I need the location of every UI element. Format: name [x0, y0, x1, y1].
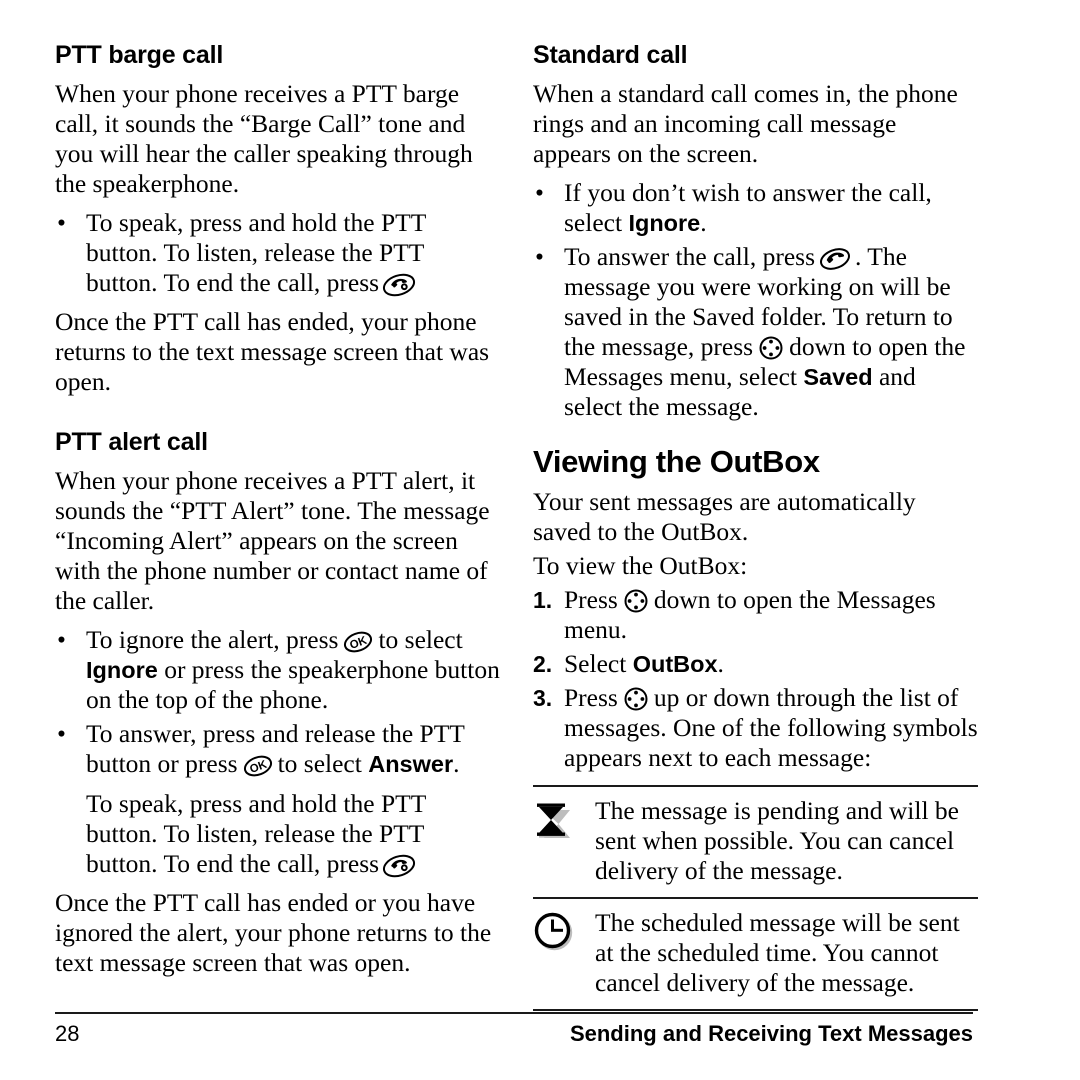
- ui-label-outbox: OutBox: [632, 651, 718, 677]
- list-item: • To answer, press and release the PTT b…: [55, 719, 500, 879]
- numbered-list-outbox: 1. Press down to open the Messages menu. …: [533, 585, 978, 773]
- bullet-text-part-c: .: [453, 749, 460, 778]
- step-text-part-a: Press: [564, 585, 618, 614]
- ui-label-answer: Answer: [368, 751, 454, 777]
- step-number: 2.: [533, 651, 553, 677]
- ok-key-icon: OK: [241, 754, 275, 778]
- heading-ptt-barge-call: PTT barge call: [55, 41, 224, 69]
- left-column: PTT barge call When your phone receives …: [55, 40, 500, 987]
- step-text-part-b: down to open the Messages menu.: [564, 585, 936, 644]
- manual-page: PTT barge call When your phone receives …: [0, 0, 1080, 1080]
- bullet-text-part-b: to select: [378, 625, 463, 654]
- ui-label-saved: Saved: [803, 364, 873, 390]
- bullet-text-part-a: To ignore the alert, press: [86, 625, 339, 654]
- footer: 28 Sending and Receiving Text Messages: [55, 1020, 973, 1048]
- bullet-text-part-a: If you don’t wish to answer the call, se…: [564, 178, 932, 237]
- list-item: • To answer the call, press. The message…: [533, 242, 978, 422]
- table-cell-description: The message is pending and will be sent …: [595, 796, 959, 885]
- list-item: • To ignore the alert, press OK to select …: [55, 625, 500, 715]
- symbol-legend-table: The message is pending and will be sent …: [533, 785, 978, 1011]
- table-row: The scheduled message will be sent at th…: [533, 899, 978, 1011]
- navigation-key-icon: [621, 686, 651, 712]
- clock-icon: [533, 908, 595, 955]
- paragraph-outbox-leadin: To view the OutBox:: [533, 551, 748, 580]
- end-call-key-icon: [382, 273, 416, 297]
- list-item: • To speak, press and hold the PTT butto…: [55, 208, 500, 298]
- bullet-subparagraph-text: To speak, press and hold the PTT button.…: [86, 789, 426, 878]
- bullet-text-part-a: To answer the call, press: [564, 242, 816, 271]
- bullet-text: To speak, press and hold the PTT button.…: [86, 208, 426, 297]
- bullet-marker: •: [57, 208, 66, 237]
- navigation-key-icon: [756, 335, 786, 361]
- heading-standard-call: Standard call: [533, 41, 688, 69]
- right-column: Standard call When a standard call comes…: [533, 40, 978, 1011]
- step-text-part-b: .: [717, 649, 724, 678]
- ok-key-icon: OK: [341, 630, 375, 654]
- bullet-marker: •: [535, 242, 544, 271]
- bullet-list-barge: • To speak, press and hold the PTT butto…: [55, 208, 500, 298]
- paragraph-standard-intro: When a standard call comes in, the phone…: [533, 79, 958, 168]
- page-number: 28: [55, 1021, 80, 1046]
- ui-label-ignore: Ignore: [86, 657, 158, 683]
- end-call-key-icon: [382, 854, 416, 878]
- paragraph-alert-intro: When your phone receives a PTT alert, it…: [55, 466, 490, 615]
- bullet-subparagraph: To speak, press and hold the PTT button.…: [86, 789, 500, 879]
- list-item: • If you don’t wish to answer the call, …: [533, 178, 978, 238]
- table-row: The message is pending and will be sent …: [533, 787, 978, 899]
- list-item: 2. Select OutBox.: [533, 649, 978, 679]
- step-text-part-a: Select: [564, 649, 627, 678]
- step-text-part-a: Press: [564, 683, 618, 712]
- send-call-key-icon: [818, 247, 852, 271]
- bullet-list-standard: • If you don’t wish to answer the call, …: [533, 178, 978, 422]
- step-number: 1.: [533, 587, 553, 613]
- svg-text:OK: OK: [248, 758, 269, 775]
- bullet-list-alert: • To ignore the alert, press OK to select …: [55, 625, 500, 879]
- table-cell-description: The scheduled message will be sent at th…: [595, 908, 960, 997]
- list-item: 3. Press up or down through the list of m…: [533, 683, 978, 773]
- chapter-title: Sending and Receiving Text Messages: [569, 1021, 973, 1046]
- paragraph-outbox-intro: Your sent messages are automatically sav…: [533, 487, 916, 546]
- bullet-text-part-b: to select: [277, 749, 362, 778]
- heading-ptt-alert-call: PTT alert call: [55, 428, 208, 456]
- hourglass-icon: [533, 796, 595, 843]
- paragraph-barge-closing: Once the PTT call has ended, your phone …: [55, 307, 490, 396]
- bullet-marker: •: [57, 719, 66, 748]
- footer-divider: [55, 1012, 973, 1014]
- paragraph-barge-intro: When your phone receives a PTT barge cal…: [55, 79, 473, 198]
- svg-text:OK: OK: [349, 634, 370, 651]
- bullet-text-part-b: .: [700, 208, 707, 237]
- step-number: 3.: [533, 685, 553, 711]
- bullet-marker: •: [57, 625, 66, 654]
- ui-label-ignore: Ignore: [628, 210, 701, 236]
- navigation-key-icon: [621, 588, 651, 614]
- paragraph-alert-closing: Once the PTT call has ended or you have …: [55, 888, 492, 977]
- bullet-marker: •: [535, 178, 544, 207]
- heading-viewing-the-outbox: Viewing the OutBox: [533, 444, 820, 479]
- list-item: 1. Press down to open the Messages menu.: [533, 585, 978, 645]
